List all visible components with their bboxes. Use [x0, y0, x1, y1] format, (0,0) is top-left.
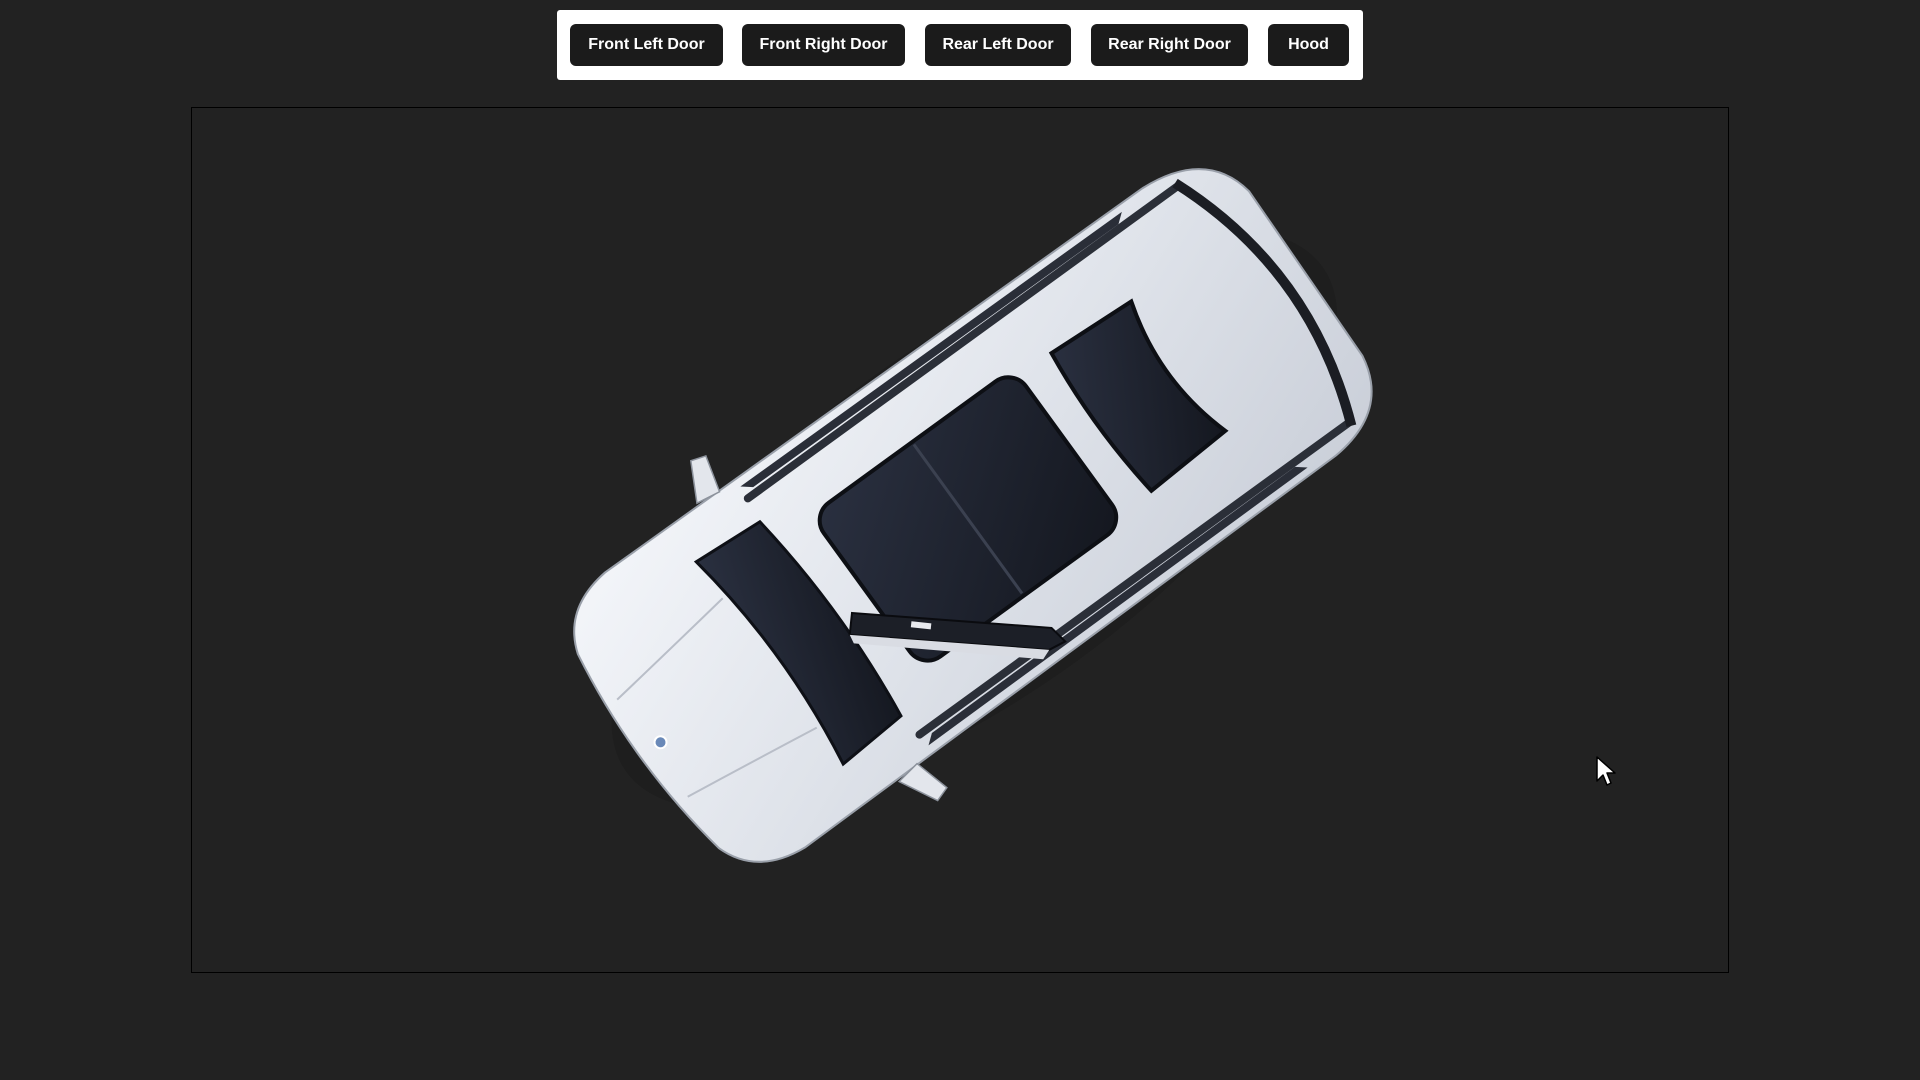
door-control-toolbar: Front Left Door Front Right Door Rear Le… — [557, 10, 1363, 80]
hood-button[interactable]: Hood — [1268, 24, 1349, 66]
car-3d-viewer[interactable] — [191, 107, 1729, 973]
front-right-door-button[interactable]: Front Right Door — [742, 24, 905, 66]
front-left-door-button[interactable]: Front Left Door — [570, 24, 723, 66]
rear-right-door-button[interactable]: Rear Right Door — [1091, 24, 1248, 66]
rear-left-door-button[interactable]: Rear Left Door — [925, 24, 1071, 66]
mouse-cursor-icon — [1596, 756, 1616, 786]
car-model-icon[interactable] — [192, 108, 1728, 972]
